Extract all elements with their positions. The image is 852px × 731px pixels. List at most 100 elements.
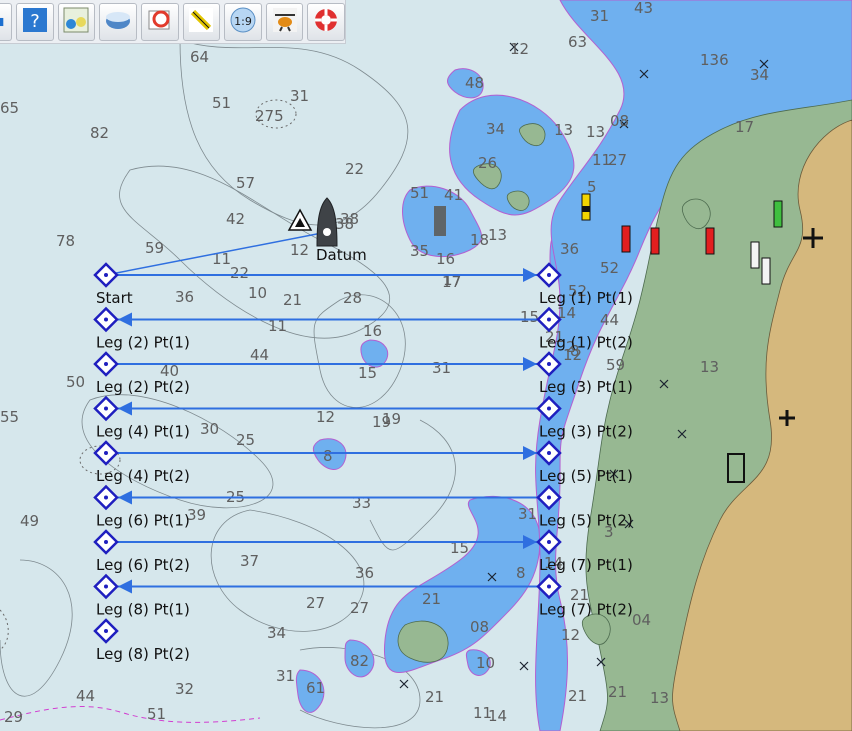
depth-sounding: 04 [632, 611, 651, 629]
depth-sounding: 18 [470, 231, 489, 249]
helicopter-icon [270, 5, 300, 39]
route-arrowhead [523, 268, 537, 282]
waypoint-label: Leg (1) Pt(1) [539, 289, 633, 307]
depth-sounding: 13 [650, 689, 669, 707]
depth-sounding: 26 [478, 154, 497, 172]
depth-sounding: 21 [422, 590, 441, 608]
waypoint-marker[interactable] [93, 618, 119, 644]
waypoint-marker[interactable] [93, 573, 119, 600]
waypoint-label: Leg (3) Pt(2) [539, 423, 633, 441]
lifebuoy-button[interactable] [307, 2, 345, 41]
waypoint-label: Leg (6) Pt(2) [96, 556, 190, 574]
depth-sounding: 43 [634, 0, 653, 17]
waypoint-marker[interactable] [93, 529, 119, 555]
depth-sounding: 13 [586, 123, 605, 141]
waypoint-label: Leg (1) Pt(2) [539, 334, 633, 352]
route-arrowhead [118, 312, 132, 327]
depth-sounding: 08 [610, 112, 629, 130]
boat-label: Datum [316, 246, 367, 264]
depth-sounding: 32 [175, 680, 194, 698]
depth-sounding: 21 [568, 687, 587, 705]
chart-tide-button[interactable] [140, 2, 179, 41]
waypoint-label: Leg (8) Pt(2) [96, 645, 190, 663]
chart-database-button[interactable] [99, 2, 137, 41]
depth-sounding: 19 [382, 410, 401, 428]
measure-button[interactable] [182, 2, 221, 41]
waypoint-marker[interactable] [93, 262, 119, 288]
waypoint-label: Leg (2) Pt(2) [96, 378, 190, 396]
boundary-line [0, 706, 261, 723]
waypoint-marker[interactable] [93, 484, 119, 511]
depth-sounding: 51 [410, 184, 429, 202]
depth-sounding: 59 [606, 356, 625, 374]
depth-sounding: 61 [306, 679, 325, 697]
depth-sounding: 16 [363, 322, 382, 340]
depth-sounding: 82 [90, 124, 109, 142]
waypoint-label: Leg (2) Pt(1) [96, 334, 190, 352]
depth-sounding: 14 [488, 707, 507, 725]
chart-tide-icon [145, 5, 175, 39]
waypoint-label: Leg (7) Pt(2) [539, 601, 633, 619]
depth-sounding: 5 [587, 178, 597, 196]
depth-sounding: 17 [735, 118, 754, 136]
depth-sounding: 27 [350, 599, 369, 617]
measure-ruler-icon [186, 5, 216, 39]
depth-sounding: 42 [226, 210, 245, 228]
depth-sounding: 52 [600, 259, 619, 277]
depth-sounding: 31 [290, 87, 309, 105]
depth-sounding: 35 [410, 242, 429, 260]
helicopter-button[interactable] [265, 2, 304, 41]
waypoint-label: Leg (7) Pt(1) [539, 556, 633, 574]
route-arrowhead [118, 490, 132, 505]
depth-sounding: 55 [0, 408, 19, 426]
depth-sounding: 12 [561, 626, 580, 644]
depth-sounding: 25 [236, 431, 255, 449]
depth-sounding: 38 [340, 210, 359, 228]
waypoint-label: Leg (5) Pt(1) [539, 467, 633, 485]
boat[interactable] [316, 197, 338, 247]
depth-sounding: 22 [230, 264, 249, 282]
waypoint-label: Start [96, 289, 133, 307]
nautical-chart[interactable]: 6451 316582275225742 3878 5911221236 10 21 284… [0, 0, 852, 731]
depth-sounding: 15 [520, 308, 539, 326]
chart-info-button[interactable] [57, 2, 96, 41]
beacon-icon [750, 241, 760, 269]
zoom-scale-button[interactable]: 1:9 [224, 2, 262, 41]
depth-sounding: 37 [240, 552, 259, 570]
buoy-icon [650, 227, 660, 255]
depth-sounding: 50 [66, 373, 85, 391]
depth-sounding: 34 [267, 624, 286, 642]
buoy-icon [705, 227, 715, 255]
depth-sounding: 78 [56, 232, 75, 250]
depth-sounding: 57 [236, 174, 255, 192]
depth-sounding: 31 [276, 667, 295, 685]
depth-sounding: 36 [560, 240, 579, 258]
depth-sounding: 51 [212, 94, 231, 112]
waypoint-marker[interactable] [93, 395, 119, 422]
waypoint-label: Leg (4) Pt(1) [96, 423, 190, 441]
waypoint-label: Leg (8) Pt(1) [96, 601, 190, 619]
depth-sounding: 82 [350, 652, 369, 670]
help-button[interactable]: ? [16, 2, 54, 41]
depth-sounding: 34 [750, 66, 769, 84]
route-arrowhead [523, 357, 537, 371]
depth-sounding: 8 [323, 447, 333, 465]
waypoint-marker[interactable] [93, 440, 119, 466]
depth-sounding: 28 [343, 289, 362, 307]
help-icon: ? [20, 5, 50, 39]
waypoint-label: Leg (4) Pt(2) [96, 467, 190, 485]
waypoint-marker[interactable] [93, 351, 119, 377]
waypoint-marker[interactable] [93, 306, 119, 333]
toolbar-partial-button[interactable] [0, 2, 12, 41]
depth-sounding: 12 [316, 408, 335, 426]
beacon-icon [761, 257, 771, 285]
depth-sounding: 10 [248, 284, 267, 302]
depth-sounding: 13 [554, 121, 573, 139]
depth-sounding: 17 [443, 271, 462, 289]
depth-sounding: 16 [436, 250, 455, 268]
depth-sounding: 21 [283, 291, 302, 309]
depth-sounding: 31 [590, 7, 609, 25]
depth-sounding: 34 [486, 120, 505, 138]
depth-sounding: 44 [600, 311, 619, 329]
depth-sounding: 12 [510, 40, 529, 58]
